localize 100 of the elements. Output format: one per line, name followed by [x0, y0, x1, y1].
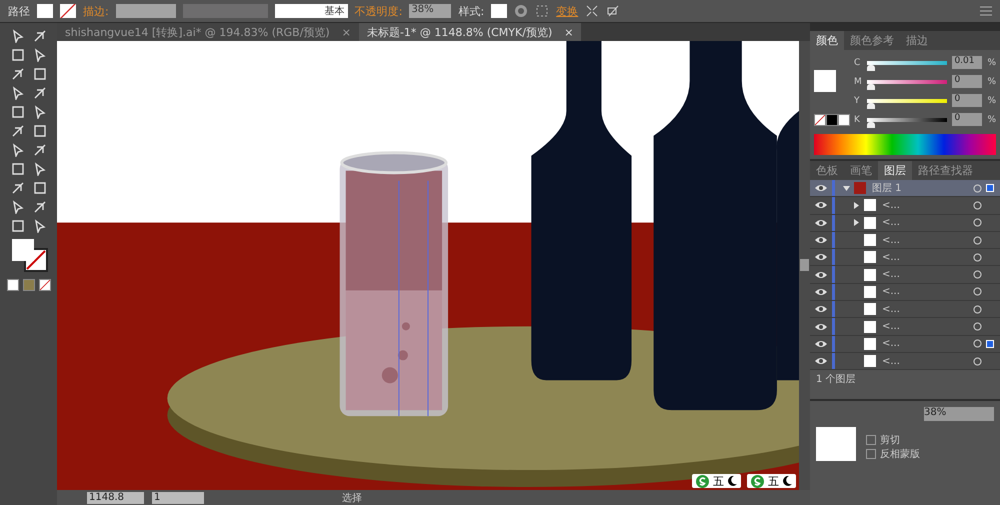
target-circle-icon[interactable]: [973, 304, 982, 314]
channel-value-field[interactable]: 0: [952, 94, 982, 107]
target-circle-icon[interactable]: [973, 322, 982, 332]
opacity-link[interactable]: 不透明度:: [354, 4, 402, 18]
tool-icon[interactable]: [10, 124, 24, 138]
sublayer-row[interactable]: <...: [810, 214, 1000, 232]
sublayer-row[interactable]: <...: [810, 197, 1000, 215]
tool-icon[interactable]: [10, 105, 24, 119]
tool-icon[interactable]: [10, 29, 24, 43]
channel-value-field[interactable]: 0.01: [952, 56, 982, 69]
selection-indicator[interactable]: [986, 340, 994, 348]
tool-icon[interactable]: [32, 181, 46, 195]
preset-swatch[interactable]: [826, 114, 838, 126]
slider-thumb[interactable]: [867, 102, 875, 108]
target-circle-icon[interactable]: [973, 252, 982, 262]
sublayer-row[interactable]: <...: [810, 318, 1000, 336]
sublayer-row[interactable]: <...: [810, 284, 1000, 302]
tool-icon[interactable]: [32, 86, 46, 100]
slider-thumb[interactable]: [867, 64, 875, 70]
visibility-eye-icon[interactable]: [815, 322, 827, 331]
panel-tab[interactable]: 颜色参考: [844, 31, 900, 50]
panel-tab[interactable]: 画笔: [844, 161, 878, 180]
tool-icon[interactable]: [10, 162, 24, 176]
tool-icon[interactable]: [10, 48, 24, 62]
opacity-field[interactable]: 38%: [924, 407, 994, 421]
sublayer-row[interactable]: <...: [810, 266, 1000, 284]
channel-value-field[interactable]: 0: [952, 113, 982, 126]
opacity-field[interactable]: 38%: [409, 4, 452, 18]
visibility-eye-icon[interactable]: [815, 340, 827, 348]
tool-icon[interactable]: [32, 219, 46, 233]
fill-color-swatch[interactable]: [814, 70, 836, 92]
slider-thumb[interactable]: [867, 122, 875, 128]
target-circle-icon[interactable]: [973, 218, 982, 228]
stroke-profile-dropdown[interactable]: 基本: [274, 4, 348, 18]
tool-icon[interactable]: [10, 219, 24, 233]
document-tab[interactable]: 未标题-1* @ 1148.8% (CMYK/预览) ×: [358, 23, 582, 41]
tool-icon[interactable]: [10, 200, 24, 214]
document-tab[interactable]: shishangvue14 [转换].ai* @ 194.83% (RGB/预览) ×: [57, 23, 359, 41]
color-spectrum[interactable]: [814, 134, 996, 155]
vertical-scrollbar[interactable]: [799, 41, 810, 490]
target-circle-icon[interactable]: [973, 184, 982, 193]
stroke-swatch[interactable]: [60, 4, 76, 18]
visibility-eye-icon[interactable]: [815, 201, 827, 210]
align-icon[interactable]: [535, 4, 550, 18]
panel-tab[interactable]: 图层: [878, 161, 912, 180]
color-mode-icon[interactable]: [6, 279, 18, 291]
tool-icon[interactable]: [32, 143, 46, 157]
transform-link[interactable]: 变换: [556, 4, 578, 18]
layer-row[interactable]: 图层 1: [810, 180, 1000, 198]
target-circle-icon[interactable]: [973, 356, 982, 366]
selection-indicator[interactable]: [986, 184, 994, 192]
tool-icon[interactable]: [32, 105, 46, 119]
visibility-eye-icon[interactable]: [815, 270, 827, 279]
sublayer-row[interactable]: <...: [810, 249, 1000, 266]
disclosure-triangle-icon[interactable]: [853, 219, 860, 226]
target-circle-icon[interactable]: [973, 200, 982, 210]
channel-value-field[interactable]: 0: [952, 75, 982, 88]
transform-icon[interactable]: [606, 4, 620, 18]
zoom-field[interactable]: 1148.8: [87, 492, 144, 504]
page-field[interactable]: 1: [152, 492, 204, 504]
slider-thumb[interactable]: [867, 84, 875, 90]
tool-icon[interactable]: [32, 162, 46, 176]
visibility-eye-icon[interactable]: [815, 357, 827, 366]
fill-swatch[interactable]: [37, 4, 53, 18]
sublayer-row[interactable]: <...: [810, 336, 1000, 353]
tool-icon[interactable]: [10, 67, 24, 81]
tool-icon[interactable]: [32, 67, 46, 81]
stroke-weight-field[interactable]: [116, 4, 176, 18]
tool-icon[interactable]: [32, 200, 46, 214]
menu-icon[interactable]: [980, 6, 992, 16]
sublayer-row[interactable]: <...: [810, 232, 1000, 250]
none-swatch[interactable]: [814, 114, 826, 126]
target-circle-icon[interactable]: [973, 287, 982, 296]
target-circle-icon[interactable]: [973, 236, 982, 245]
tool-icon[interactable]: [10, 181, 24, 195]
preset-swatch[interactable]: [838, 114, 850, 126]
none-mode-icon[interactable]: [38, 279, 50, 291]
style-swatch[interactable]: [491, 4, 508, 18]
tool-icon[interactable]: [32, 48, 46, 62]
tool-icon[interactable]: [10, 143, 24, 157]
visibility-eye-icon[interactable]: [815, 184, 827, 192]
stroke-link[interactable]: 描边:: [83, 4, 109, 18]
gradient-mode-icon[interactable]: [22, 279, 34, 291]
sublayer-row[interactable]: <...: [810, 352, 1000, 370]
panel-tab[interactable]: 描边: [900, 31, 934, 50]
sublayer-row[interactable]: <...: [810, 301, 1000, 318]
visibility-eye-icon[interactable]: [815, 253, 827, 262]
input-method-bar[interactable]: 五: [692, 474, 741, 488]
target-circle-icon[interactable]: [973, 270, 982, 280]
visibility-eye-icon[interactable]: [815, 305, 827, 314]
visibility-eye-icon[interactable]: [815, 288, 827, 296]
disclosure-triangle-icon[interactable]: [853, 202, 860, 209]
panel-tab[interactable]: 颜色: [810, 31, 844, 50]
visibility-eye-icon[interactable]: [815, 218, 827, 227]
option-checkbox[interactable]: 反相蒙版: [866, 447, 920, 461]
disclosure-triangle-icon[interactable]: [843, 184, 850, 192]
panel-tab[interactable]: 色板: [810, 161, 844, 180]
input-method-bar[interactable]: 五: [747, 474, 796, 488]
panel-tab[interactable]: 路径查找器: [912, 161, 979, 180]
tool-icon[interactable]: [10, 86, 24, 100]
